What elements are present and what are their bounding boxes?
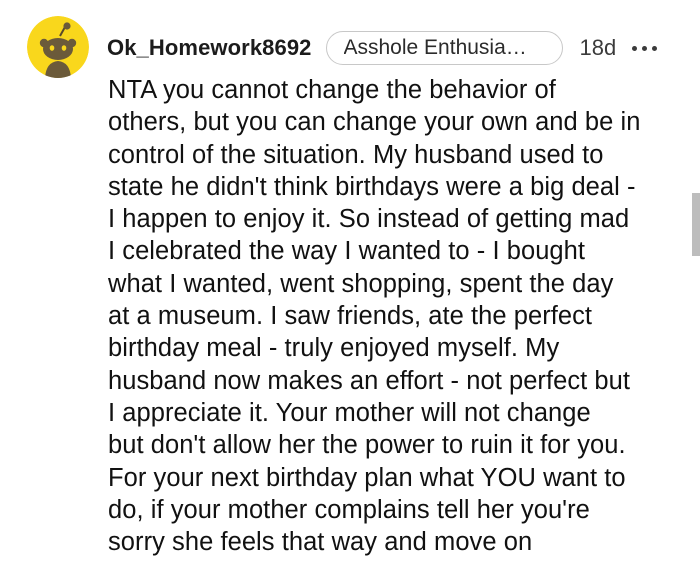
more-dot [652,45,658,51]
snoo-avatar-icon[interactable] [27,16,89,78]
comment-body-line: husband now makes an effort - not perfec… [108,366,631,395]
user-flair-label: Asshole Enthusia… [343,36,527,59]
more-dot [642,45,648,51]
user-flair-badge[interactable]: Asshole Enthusia… [325,31,563,65]
comment-body-line: but don't allow her the power to ruin it… [108,431,626,460]
scrollbar-thumb[interactable] [692,193,700,256]
comment: Ok_Homework8692 Asshole Enthusia… 18d NT… [0,0,700,582]
comment-body-line: NTA you cannot change the behavior of [108,76,556,104]
more-options-icon[interactable] [632,38,658,58]
comment-body-line: I celebrated the way I wanted to - I bou… [108,237,586,266]
comment-body-line: sorry she feels that way and move on [108,528,533,557]
comment-body-line: For your next birthday plan what YOU wan… [108,463,626,492]
comment-body-line: what I wanted, went shopping, spent the … [108,269,614,298]
username-link[interactable]: Ok_Homework8692 [107,35,312,61]
comment-body-line: others, but you can change your own and … [108,108,641,137]
avatar-graphic [27,16,89,78]
comment-age: 18d [579,35,617,60]
more-dot [632,45,638,51]
comment-body-line: do, if your mother complains tell her yo… [108,495,590,524]
comment-body-line: at a museum. I saw friends, ate the perf… [108,302,593,331]
comment-body: NTA you cannot change the behavior of ot… [108,74,688,558]
comment-body-line: I happen to enjoy it. So instead of gett… [108,205,630,234]
comment-header: Ok_Homework8692 Asshole Enthusia… 18d [107,30,658,66]
comment-body-line: birthday meal - truly enjoyed myself. My [108,334,560,363]
comment-body-line: state he didn't think birthdays were a b… [108,172,636,201]
comment-body-line: control of the situation. My husband use… [108,140,604,169]
comment-body-line: I appreciate it. Your mother will not ch… [108,398,591,427]
